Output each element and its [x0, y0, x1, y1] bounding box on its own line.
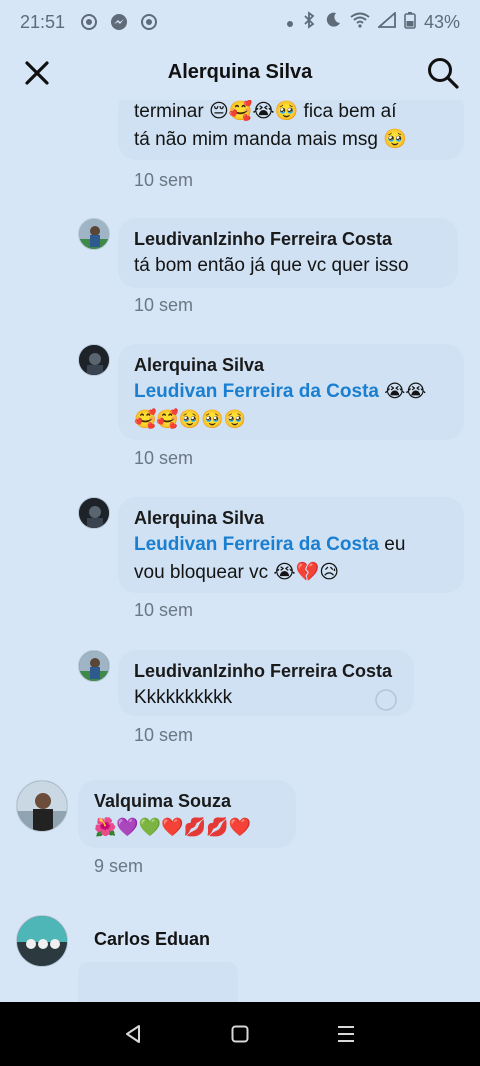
moon-icon: [324, 11, 342, 34]
header: Alerquina Silva: [0, 44, 480, 100]
home-icon[interactable]: [231, 1025, 249, 1043]
avatar[interactable]: [78, 497, 110, 529]
comment-author[interactable]: Alerquina Silva: [134, 505, 448, 531]
comment-author[interactable]: Carlos Eduan: [94, 926, 210, 952]
avatar[interactable]: [16, 915, 68, 967]
wifi-icon: [350, 12, 370, 33]
avatar[interactable]: [78, 218, 110, 250]
comments-feed[interactable]: terminar 😔🥰😭🥹 fica bem aí tá não mim man…: [0, 100, 480, 1002]
avatar[interactable]: [78, 650, 110, 682]
record-icon: [79, 12, 99, 32]
system-nav-bar: [0, 1002, 480, 1066]
bluetooth-icon: [302, 10, 316, 34]
comment-time[interactable]: 10 sem: [134, 295, 193, 316]
status-time: 21:51: [20, 11, 66, 32]
comment-bubble[interactable]: LeudivanIzinho Ferreira Costa Kkkkkkkkkk: [118, 650, 414, 716]
comment-time[interactable]: 10 sem: [134, 448, 193, 469]
comment-text: Kkkkkkkkkk: [134, 687, 233, 708]
comment-text-line2: 🥰🥰🥹🥹🥹: [134, 409, 247, 430]
comment-author[interactable]: Valquima Souza: [94, 788, 280, 814]
comment-bubble[interactable]: Alerquina Silva Leudivan Ferreira da Cos…: [118, 344, 464, 440]
comment-bubble[interactable]: Alerquina Silva Leudivan Ferreira da Cos…: [118, 497, 464, 593]
comment-bubble[interactable]: Valquima Souza 🌺💜💚❤️💋💋❤️: [78, 780, 296, 848]
loading-spinner-icon: [374, 688, 398, 721]
comment-text: terminar 😔🥰😭🥹 fica bem aí: [134, 101, 397, 122]
comment-text: 🌺💜💚❤️💋💋❤️: [94, 817, 251, 838]
search-icon[interactable]: [426, 56, 460, 90]
battery-icon: [404, 11, 416, 34]
dot-icon: [286, 12, 294, 33]
mention-link[interactable]: Leudivan Ferreira da Costa: [134, 381, 379, 402]
comment-text-line2: vou bloquear vc 😭💔😥: [134, 562, 340, 583]
comment-time[interactable]: 10 sem: [134, 725, 193, 746]
close-icon[interactable]: [22, 58, 52, 88]
recents-icon[interactable]: [336, 1025, 356, 1043]
image-placeholder[interactable]: [78, 962, 238, 1002]
comment-author[interactable]: LeudivanIzinho Ferreira Costa: [134, 658, 398, 684]
comment-text: tá bom então já que vc quer isso: [134, 255, 409, 276]
comment-time[interactable]: 10 sem: [134, 600, 193, 621]
signal-icon: [376, 10, 396, 33]
comment-text: eu: [384, 534, 406, 555]
page-title: Alerquina Silva: [167, 60, 313, 83]
comment-bubble[interactable]: terminar 😔🥰😭🥹 fica bem aí tá não mim man…: [118, 100, 464, 160]
mention-link[interactable]: Leudivan Ferreira da Costa: [134, 534, 379, 555]
comment-author[interactable]: Alerquina Silva: [134, 352, 448, 378]
comment-emoji: 😭😭: [384, 381, 427, 402]
comment-text-line2: tá não mim manda mais msg 🥹: [134, 129, 407, 150]
record-icon-2: [139, 12, 159, 32]
avatar[interactable]: [78, 344, 110, 376]
back-icon[interactable]: [124, 1024, 144, 1044]
status-bar: 21:51 43%: [0, 0, 480, 44]
comment-author[interactable]: LeudivanIzinho Ferreira Costa: [134, 226, 442, 252]
comment-time[interactable]: 9 sem: [94, 856, 143, 877]
comment-time[interactable]: 10 sem: [134, 170, 193, 191]
avatar[interactable]: [16, 780, 68, 832]
messenger-icon: [109, 12, 129, 32]
comment-bubble[interactable]: LeudivanIzinho Ferreira Costa tá bom ent…: [118, 218, 458, 288]
battery-percent: 43%: [423, 11, 460, 32]
